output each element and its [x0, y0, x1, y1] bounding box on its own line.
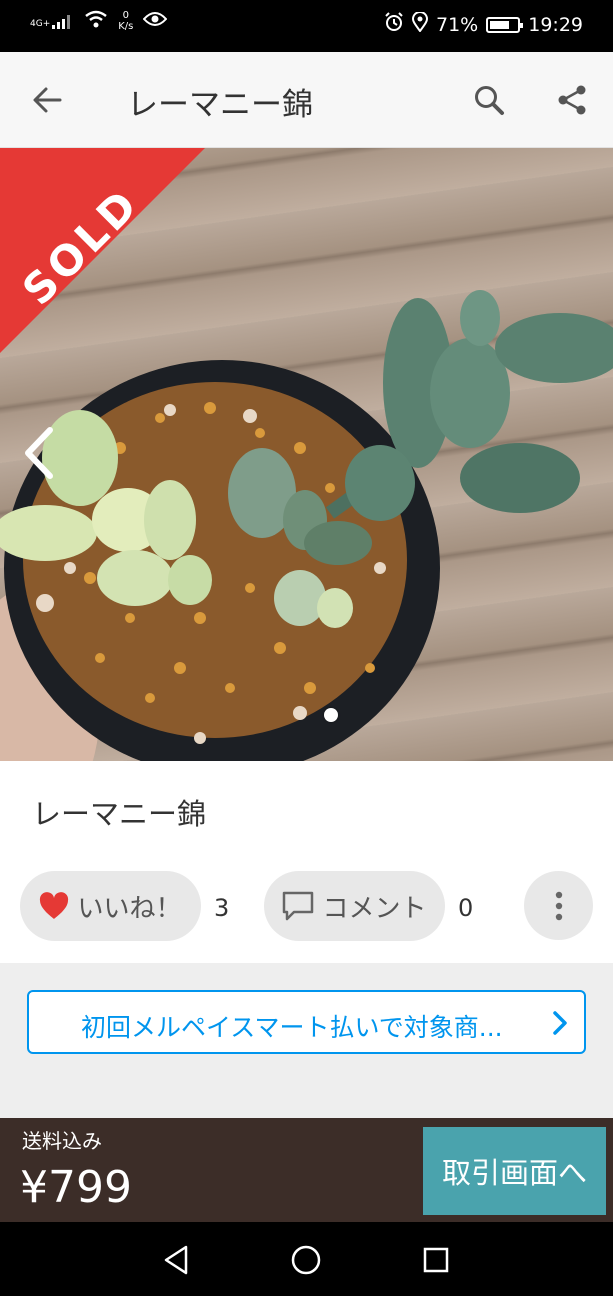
speed-value: 0 [122, 10, 129, 21]
alarm-icon [384, 12, 404, 37]
share-button[interactable] [548, 76, 596, 124]
battery-fill [490, 20, 509, 29]
back-button[interactable] [22, 78, 72, 122]
sold-banner: SOLD [0, 148, 205, 353]
like-button[interactable]: いいね！ [20, 871, 201, 941]
page-title: レーマニー錦 [127, 87, 313, 123]
more-options-button[interactable] [524, 871, 593, 940]
triangle-back-icon [164, 1245, 188, 1275]
share-icon [558, 85, 586, 115]
nav-back-button[interactable] [156, 1240, 196, 1280]
comment-button[interactable]: コメント [264, 871, 445, 941]
photo-pagination [324, 708, 338, 722]
comment-icon [283, 891, 314, 921]
trade-screen-button[interactable]: 取引画面へ [423, 1127, 606, 1215]
comment-label: コメント [322, 893, 427, 924]
product-photo[interactable]: SOLD [0, 148, 613, 761]
shipping-label: 送料込み [22, 1129, 102, 1153]
previous-photo-button[interactable] [14, 418, 64, 488]
arrow-left-icon [33, 87, 62, 113]
status-right: 71% 19:29 [384, 11, 583, 37]
nav-home-button[interactable] [286, 1240, 326, 1280]
search-button[interactable] [465, 76, 513, 124]
nav-recents-button[interactable] [416, 1240, 456, 1280]
heart-icon [40, 892, 69, 919]
promo-text: 初回メルペイスマート払いで対象商... [81, 1013, 503, 1042]
square-recents-icon [423, 1247, 449, 1273]
chevron-left-icon [25, 427, 53, 479]
app-bar: レーマニー錦 [0, 52, 613, 148]
clock: 19:29 [528, 13, 583, 36]
price: ¥799 [20, 1162, 132, 1213]
chevron-right-icon [553, 1011, 567, 1035]
network-type: 4G+ [30, 19, 51, 29]
comment-count: 0 [458, 894, 474, 922]
battery-percent: 71% [436, 13, 479, 36]
status-left: 4G+ 0 K/s [30, 10, 168, 32]
speed-unit: K/s [118, 21, 134, 32]
network-speed: 0 K/s [118, 10, 133, 32]
location-icon [411, 11, 429, 37]
more-vertical-icon [555, 891, 562, 920]
item-name: レーマニー錦 [32, 797, 207, 831]
item-info: レーマニー錦 いいね！ 3 コメント 0 [0, 761, 613, 963]
signal-icon: 4G+ [30, 13, 74, 29]
status-bar: 4G+ 0 K/s 71% 19:29 [0, 0, 613, 52]
eye-icon [143, 11, 168, 31]
merpay-promo-banner[interactable]: 初回メルペイスマート払いで対象商... [27, 990, 586, 1054]
bottom-bar: 送料込み ¥799 取引画面へ [0, 1118, 613, 1222]
battery-icon [486, 16, 524, 33]
pagination-dot [324, 708, 338, 722]
wifi-icon [84, 10, 108, 32]
system-nav-bar [0, 1222, 613, 1296]
search-icon [475, 86, 504, 115]
like-label: いいね！ [77, 893, 182, 924]
circle-home-icon [291, 1245, 321, 1275]
like-count: 3 [214, 894, 230, 922]
